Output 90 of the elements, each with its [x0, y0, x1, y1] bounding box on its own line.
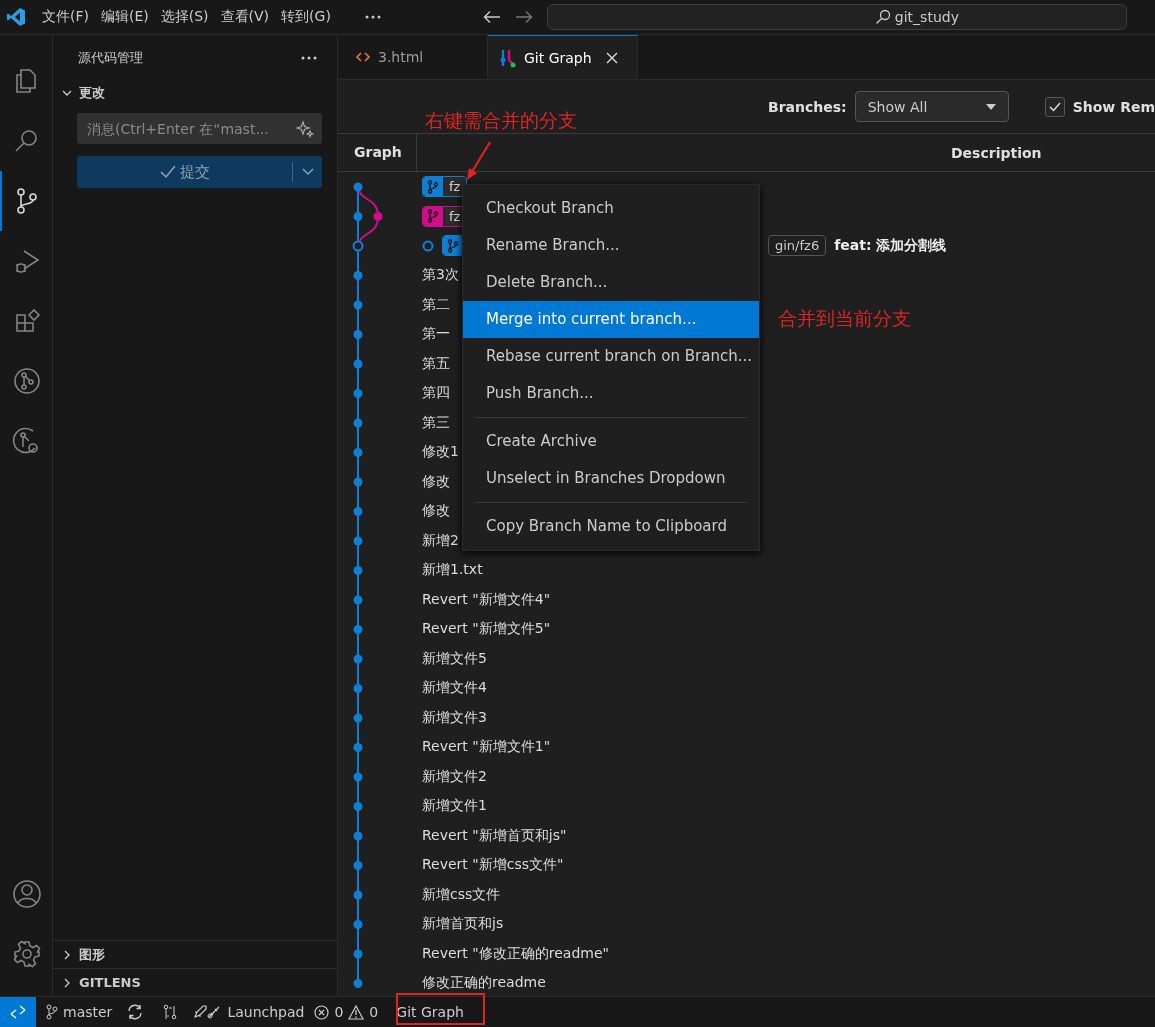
search-field[interactable]: git_study — [546, 4, 1127, 30]
more-icon[interactable] — [301, 56, 317, 60]
panel-title[interactable]: GITLENS — [79, 975, 141, 990]
app-logo-icon — [6, 7, 26, 27]
commit-message[interactable]: 新增css文件 — [422, 885, 501, 904]
commit-message[interactable]: 新增文件2 — [422, 767, 487, 786]
checkbox[interactable] — [1044, 96, 1065, 117]
forward-arrow-icon[interactable] — [514, 10, 533, 24]
commit-message[interactable]: 新增文件5 — [422, 649, 487, 668]
error-icon — [314, 1004, 330, 1020]
more-icon[interactable] — [364, 15, 381, 19]
branch-icon — [447, 238, 459, 253]
menu-item[interactable]: 文件(F) — [40, 8, 99, 26]
menu-item[interactable]: Rename Branch... — [463, 227, 759, 264]
menu-item[interactable]: 编辑(E) — [99, 8, 159, 26]
branches-dropdown[interactable]: Show All — [854, 91, 1009, 122]
branch-tag[interactable] — [442, 235, 464, 257]
commit-message[interactable]: 修改 — [422, 472, 450, 491]
launchpad-status[interactable]: Launchpad — [192, 1004, 305, 1020]
menu-item[interactable]: Push Branch... — [463, 375, 759, 412]
commit-node[interactable] — [373, 212, 383, 221]
commit-message[interactable]: 新增文件1 — [422, 797, 487, 816]
commit-message[interactable]: 第二 — [422, 295, 450, 314]
back-arrow-icon[interactable] — [482, 10, 501, 24]
annotation-text: 右键需合并的分支 — [425, 108, 577, 133]
commit-message[interactable]: Revert "新增首页和js" — [422, 826, 567, 845]
message-field[interactable]: 消息(Ctrl+Enter 在“mast... — [77, 113, 322, 144]
remote-tag[interactable]: gin/fz6 — [768, 235, 827, 257]
branch-icon — [46, 1004, 58, 1020]
commit-message[interactable]: 第一 — [422, 325, 450, 344]
branches-label: Branches: — [768, 98, 847, 115]
commit-message[interactable]: 新增2 — [422, 531, 459, 550]
git-graph-icon[interactable] — [12, 366, 42, 396]
code-icon — [356, 51, 370, 63]
commit-message[interactable]: 第五 — [422, 354, 450, 373]
column-header: Graph — [338, 134, 417, 171]
sidebar-title: 源代码管理 — [78, 49, 143, 67]
commit-message[interactable]: feat: 添加分割线 — [834, 236, 947, 255]
commit-message[interactable]: 第三 — [422, 413, 450, 432]
commit-message[interactable]: 修改1 — [422, 443, 459, 462]
commit-message[interactable]: 修改 — [422, 502, 450, 521]
menu-item[interactable]: 转到(G) — [279, 8, 341, 26]
menu-item[interactable]: Copy Branch Name to Clipboard — [463, 508, 759, 545]
annotation-arrow — [466, 141, 492, 181]
chevron-icon — [300, 167, 315, 177]
commit-message[interactable]: 新增1.txt — [422, 561, 483, 580]
menu-item[interactable]: 选择(S) — [158, 8, 219, 26]
menu-item[interactable]: Rebase current branch on Branch... — [463, 338, 759, 375]
check-icon — [1048, 101, 1061, 112]
branch-tag[interactable]: fz — [422, 176, 468, 198]
commit-message[interactable]: 第3次 — [422, 266, 459, 285]
commit-nodes[interactable] — [352, 182, 364, 988]
branch-status[interactable]: master — [46, 1004, 113, 1020]
editor-tab[interactable]: Git Graph — [488, 35, 638, 79]
commit-message[interactable]: 新增文件3 — [422, 708, 487, 727]
branch-icon — [427, 179, 439, 194]
warning-icon — [348, 1004, 365, 1020]
panel-title[interactable]: 图形 — [79, 945, 105, 964]
caret-icon — [985, 103, 996, 110]
annotation-text: 合并到当前分支 — [778, 306, 911, 331]
check-icon — [159, 165, 176, 179]
section-title[interactable]: 更改 — [79, 84, 105, 102]
sparkle-icon[interactable] — [296, 119, 314, 138]
remote-icon — [10, 1005, 26, 1019]
menu-item[interactable]: 查看(V) — [218, 8, 280, 26]
column-header: Description — [951, 144, 1042, 161]
compare-icon[interactable] — [162, 1004, 179, 1020]
close-icon[interactable] — [605, 51, 618, 64]
remote-button[interactable] — [0, 997, 36, 1027]
settings-icon[interactable] — [12, 939, 42, 969]
commit-message[interactable]: 修改正确的readme — [422, 974, 546, 993]
commit-message[interactable]: 第四 — [422, 384, 450, 403]
commit-message[interactable]: 新增文件4 — [422, 679, 487, 698]
menu-item[interactable]: Create Archive — [463, 423, 759, 460]
checkbox-label: Show Rem — [1072, 98, 1155, 115]
sync-icon[interactable] — [126, 1004, 145, 1020]
branch-icon — [427, 209, 439, 224]
commit-message[interactable]: Revert "新增文件1" — [422, 738, 551, 757]
commit-message[interactable]: Revert "修改正确的readme" — [422, 944, 609, 963]
commit-message[interactable]: Revert "新增css文件" — [422, 856, 564, 875]
account-icon[interactable] — [12, 879, 42, 909]
git-graph-icon — [500, 47, 516, 68]
problems-status[interactable]: 0 0 — [314, 1004, 379, 1020]
menu-item[interactable]: Delete Branch... — [463, 264, 759, 301]
commit-message[interactable]: Revert "新增文件5" — [422, 620, 551, 639]
menu-item[interactable]: Merge into current branch... — [463, 301, 759, 338]
commit-message[interactable]: Revert "新增文件4" — [422, 590, 551, 609]
commit-message[interactable]: 新增首页和js — [422, 915, 504, 934]
menu-item[interactable]: Unselect in Branches Dropdown — [463, 460, 759, 497]
search-icon — [874, 9, 891, 25]
